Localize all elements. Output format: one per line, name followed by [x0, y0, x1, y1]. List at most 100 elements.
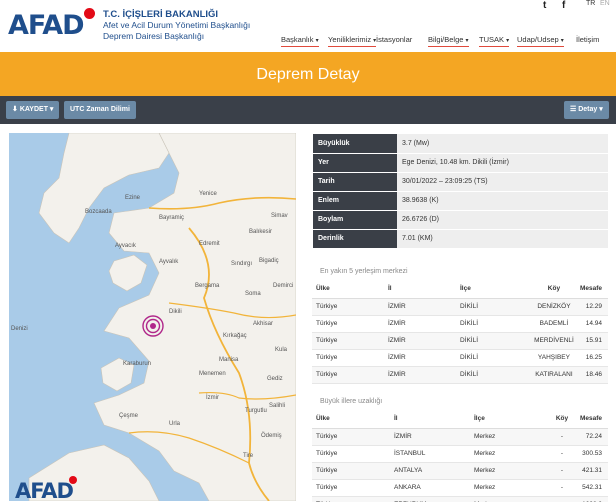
detail-key: Derinlik — [313, 229, 397, 249]
detail-value: 38.9638 (K) — [397, 191, 608, 211]
toolbar: ⬇ KAYDET ▾ UTC Zaman Dilimi ☰ Detay ▾ — [0, 96, 616, 124]
detail-row: Enlem 38.9638 (K) — [313, 191, 608, 211]
table-cell: 300.53 — [574, 445, 608, 463]
map-label-turgutlu: Turgutlu — [245, 408, 267, 414]
detail-value: 7.01 (KM) — [397, 229, 608, 249]
list-icon: ☰ — [570, 106, 577, 113]
logo-crescent-icon — [84, 8, 95, 19]
nav-tusak[interactable]: TUSAK ▾ — [479, 35, 510, 47]
caret-down-icon: ▾ — [49, 106, 54, 113]
organization-title: T.C. İÇİŞLERİ BAKANLIĞI Afet ve Acil Dur… — [103, 9, 250, 42]
map-label-edremit: Edremit — [199, 241, 220, 247]
table-cell: - — [546, 496, 574, 502]
column-header: Mesafe — [574, 410, 608, 429]
table-cell: - — [546, 479, 574, 497]
nav-yeniliklerimiz[interactable]: Yeniliklerimiz ▾ — [328, 35, 377, 47]
column-header: İl — [383, 280, 456, 299]
map-label-demirci: Demirci — [273, 283, 294, 289]
table-cell: DİKİLİ — [455, 366, 528, 384]
nav-baskanlik[interactable]: Başkanlık ▾ — [281, 35, 319, 47]
org-line-3: Deprem Dairesi Başkanlığı — [103, 31, 205, 41]
column-header: Ülke — [312, 410, 390, 429]
detail-row: Tarih 30/01/2022 – 23:09:25 (TS) — [313, 172, 608, 192]
map-label-tire: Tire — [243, 453, 254, 459]
lang-en[interactable]: EN — [600, 0, 610, 7]
table-cell: BADEMLİ — [527, 315, 576, 333]
map-label-bayramic: Bayramiç — [159, 215, 185, 221]
nav-bilgi-belge[interactable]: Bilgi/Belge ▾ — [428, 35, 469, 47]
map-label-akhisar: Akhisar — [253, 321, 274, 327]
table-cell: - — [546, 462, 574, 480]
table-cell: DİKİLİ — [455, 332, 528, 350]
nav-label: Udap/Udsep — [517, 35, 559, 44]
detail-value: 3.7 (Mw) — [397, 134, 608, 154]
table-cell: YAHŞIBEY — [527, 349, 576, 367]
epicenter-marker — [150, 323, 156, 329]
table-cell: Merkez — [470, 445, 546, 463]
map-label-kula: Kula — [275, 347, 288, 353]
table-cell: İZMİR — [383, 315, 456, 333]
detail-key: Yer — [313, 153, 397, 173]
table-cell: Türkiye — [312, 428, 390, 446]
map-label-dikili: Dikili — [169, 309, 182, 315]
detail-value: 30/01/2022 – 23:09:25 (TS) — [397, 172, 608, 192]
table-cell: KATIRALANI — [527, 366, 576, 384]
download-icon: ⬇ — [12, 106, 18, 113]
nav-udap[interactable]: Udap/Udsep ▾ — [517, 35, 564, 47]
page-title: Deprem Detay — [256, 66, 360, 83]
afad-logo[interactable]: AFAD — [8, 10, 85, 41]
map-label-denizi: Denizi — [11, 326, 28, 332]
map-label-salihli: Salihli — [269, 403, 286, 409]
earthquake-map[interactable]: Bozcaada Ayvacık Yenice Bayramiç Bigadiç… — [9, 133, 296, 501]
table-row: TürkiyeERZURUMMerkez-1098.0 — [312, 496, 608, 502]
utc-label: UTC Zaman Dilimi — [70, 106, 130, 113]
table-cell: Türkiye — [312, 349, 384, 367]
map-label-ayvalik: Ayvalık — [159, 259, 179, 265]
table-cell: İZMİR — [383, 366, 456, 384]
detail-row: Yer Ege Denizi, 10.48 km. Dikili (İzmir) — [313, 153, 608, 173]
table-cell: 16.25 — [575, 349, 608, 367]
table-cell: İZMİR — [383, 349, 456, 367]
map-label-bigadic: Bigadiç — [259, 258, 279, 264]
map-label-soma: Soma — [245, 291, 261, 297]
nav-label: İletişim — [576, 35, 600, 44]
map-label-ayvacik: Ayvacık — [115, 243, 136, 249]
table-cell: 542.31 — [574, 479, 608, 497]
detail-label: Detay — [578, 106, 598, 113]
earthquake-detail-table: Büyüklük 3.7 (Mw) Yer Ege Denizi, 10.48 km.… — [313, 134, 608, 249]
twitter-icon[interactable]: t — [543, 0, 546, 11]
table-cell: ERZURUM — [390, 496, 470, 502]
save-button[interactable]: ⬇ KAYDET ▾ — [6, 101, 60, 119]
nav-label: Bilgi/Belge — [428, 35, 464, 44]
lang-tr[interactable]: TR — [586, 0, 595, 7]
table-cell: ANKARA — [390, 479, 470, 497]
table-cell: 421.31 — [574, 462, 608, 480]
map-label-karaburun: Karaburun — [123, 361, 152, 367]
map-label-kirkagac: Kırkağaç — [223, 333, 247, 339]
facebook-icon[interactable]: f — [562, 0, 565, 11]
map-label-balikesir: Balıkesir — [249, 229, 273, 235]
column-header: Mesafe — [575, 280, 608, 299]
table-cell: 15.91 — [575, 332, 608, 350]
table-cell: DENİZKÖY — [527, 298, 576, 316]
utc-timezone-button[interactable]: UTC Zaman Dilimi — [64, 101, 136, 119]
map-label-menemen: Menemen — [199, 371, 226, 377]
table-cell: İSTANBUL — [390, 445, 470, 463]
column-header: İl — [390, 410, 470, 429]
detail-value: Ege Denizi, 10.48 km. Dikili (İzmir) — [397, 153, 608, 173]
nav-label: Yeniliklerimiz — [328, 35, 372, 44]
detail-menu-button[interactable]: ☰ Detay ▾ — [564, 101, 609, 119]
map-label-manisa: Manisa — [219, 357, 239, 363]
table-cell: Türkiye — [312, 496, 390, 502]
nav-iletisim[interactable]: İletişim — [576, 35, 599, 44]
nav-istasyonlar[interactable]: İstasyonlar — [376, 35, 412, 44]
nav-label: İstasyonlar — [376, 35, 413, 44]
table-cell: Türkiye — [312, 298, 384, 316]
detail-key: Tarih — [313, 172, 397, 192]
column-header: Köy — [546, 410, 574, 429]
table-cell: Türkiye — [312, 445, 390, 463]
detail-value: 26.6726 (D) — [397, 210, 608, 230]
chevron-down-icon: ▾ — [315, 38, 319, 44]
table-cell: Türkiye — [312, 332, 384, 350]
table-cell: 18.46 — [575, 366, 608, 384]
